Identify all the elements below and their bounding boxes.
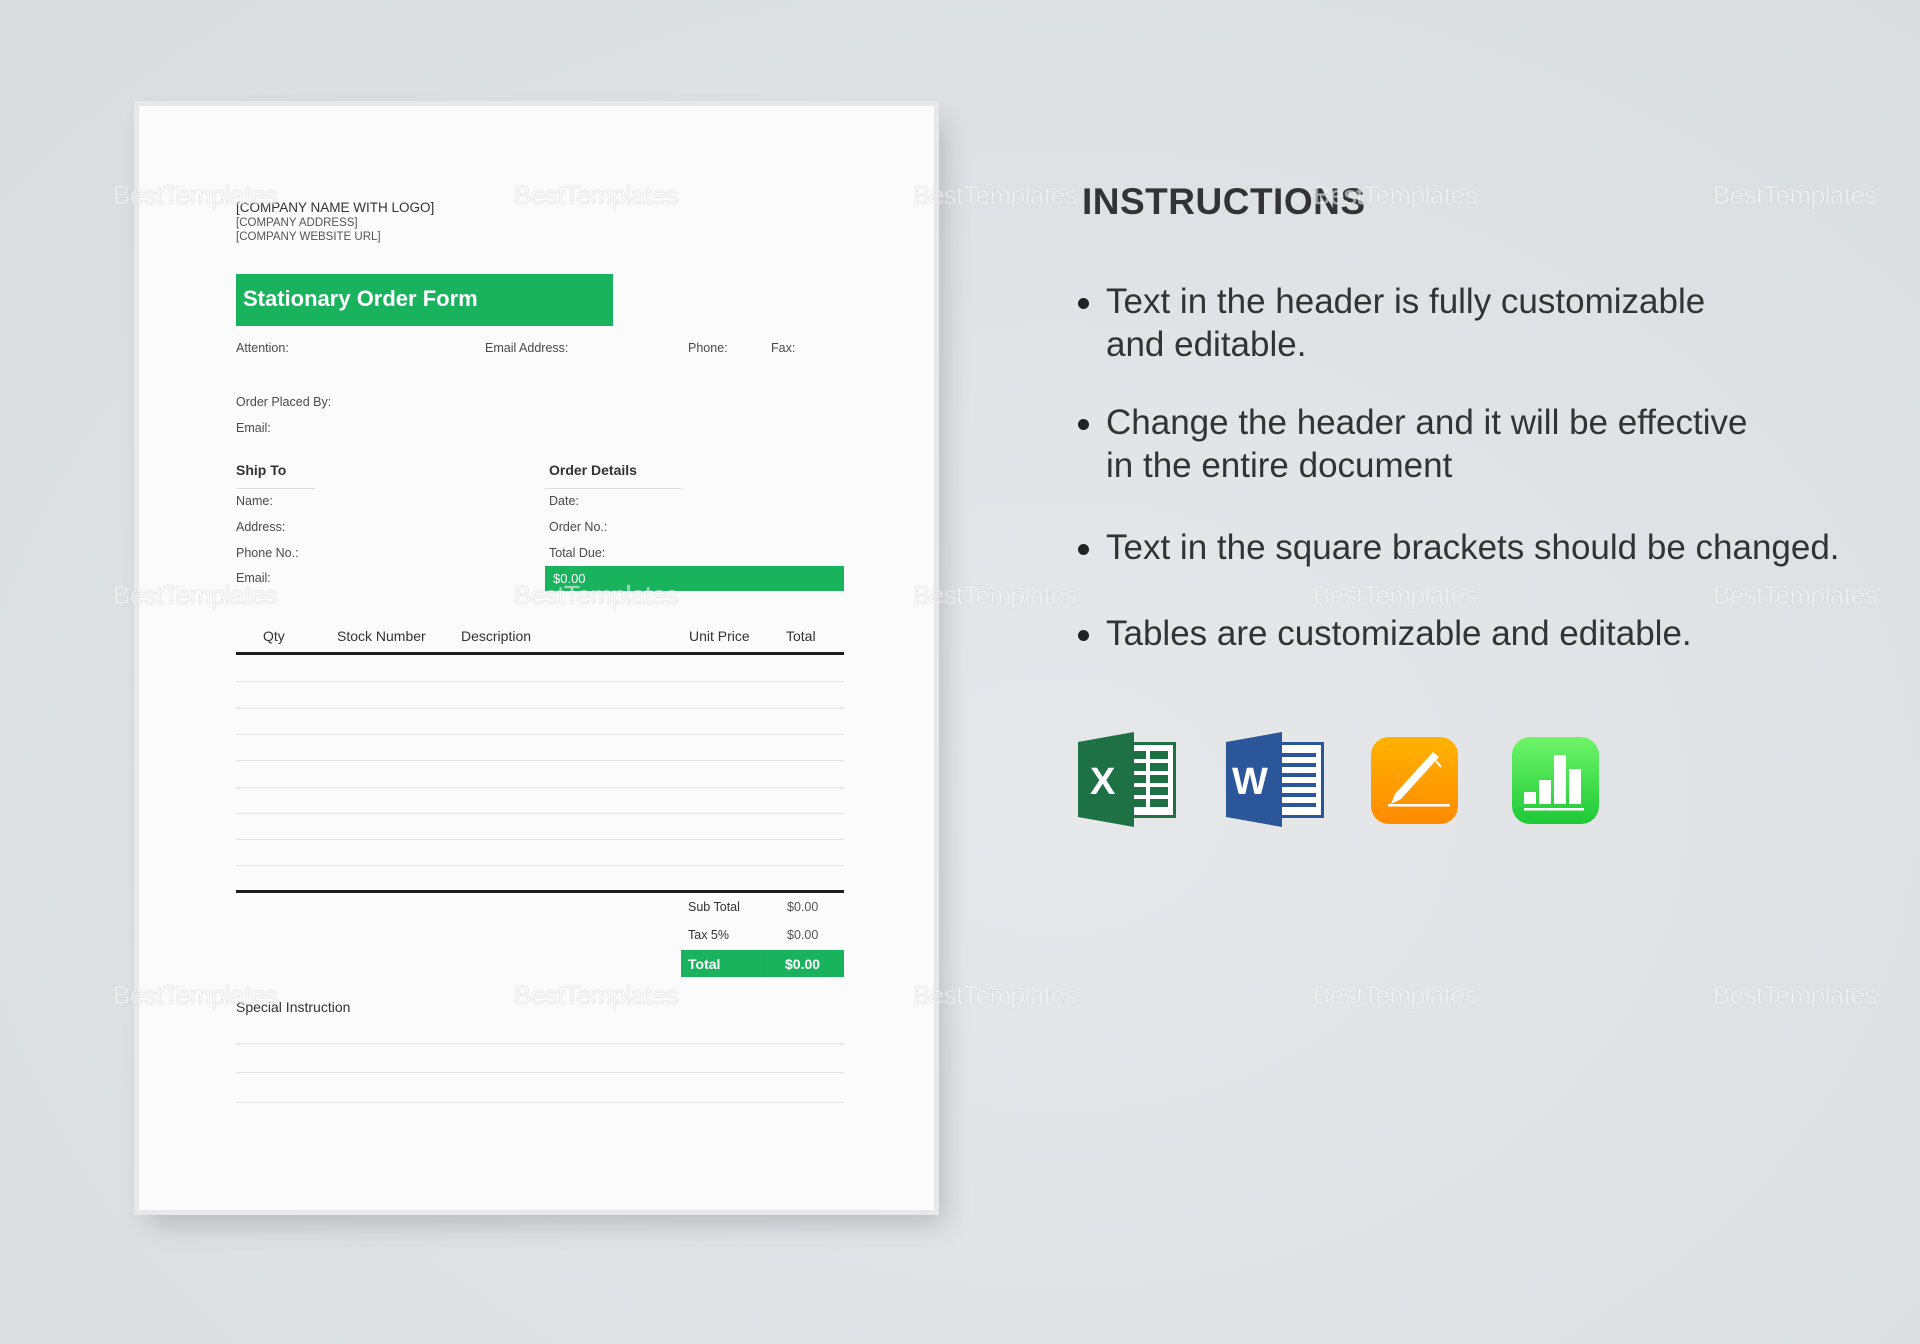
company-url: [COMPANY WEBSITE URL]: [236, 231, 381, 243]
instruction-2-line2: in the entire document: [1106, 446, 1453, 485]
ship-to-heading: Ship To: [236, 462, 287, 478]
phone-label: Phone:: [688, 341, 728, 355]
grand-total-divider: [764, 950, 765, 977]
watermark: BestTemplates: [1712, 580, 1878, 611]
numbers-icon: [1512, 737, 1599, 824]
watermark: BestTemplates: [912, 580, 1078, 611]
instruction-2-line1: Change the header and it will be effecti…: [1106, 403, 1748, 442]
total-due-label: Total Due:: [549, 546, 606, 560]
watermark: BestTemplates: [912, 180, 1078, 211]
special-instruction-label: Special Instruction: [236, 999, 351, 1015]
watermark: BestTemplates: [1712, 980, 1878, 1011]
watermark: BestTemplates: [912, 980, 1078, 1011]
watermark: BestTemplates: [1312, 580, 1478, 611]
table-row[interactable]: [236, 681, 844, 683]
special-instruction-line[interactable]: [236, 1072, 844, 1073]
word-icon: W: [1226, 732, 1324, 827]
col-qty: Qty: [263, 628, 285, 644]
bullet-dot: [1078, 630, 1089, 641]
attention-label: Attention:: [236, 341, 289, 355]
table-row[interactable]: [236, 733, 844, 735]
order-email-label: Email:: [236, 421, 271, 435]
table-header-rule: [236, 652, 844, 655]
special-instruction-line[interactable]: [236, 1043, 844, 1044]
table-row[interactable]: [236, 760, 844, 762]
table-row[interactable]: [236, 707, 844, 709]
table-row[interactable]: [236, 839, 844, 841]
instruction-3: Text in the square brackets should be ch…: [1106, 528, 1840, 567]
watermark: BestTemplates: [1712, 180, 1878, 211]
company-name: [COMPANY NAME WITH LOGO]: [236, 200, 435, 215]
col-description: Description: [461, 628, 532, 644]
ship-to-underline: [236, 488, 315, 489]
order-number-label: Order No.:: [549, 520, 608, 534]
document-page: [COMPANY NAME WITH LOGO] [COMPANY ADDRES…: [139, 106, 934, 1210]
total-due-bar: $0.00: [545, 566, 844, 591]
title-banner: Stationary Order Form: [236, 274, 613, 326]
col-unit-price: Unit Price: [689, 628, 750, 644]
excel-icon: X: [1078, 732, 1176, 827]
grand-total-value: $0.00: [785, 956, 821, 972]
col-total: Total: [786, 628, 816, 644]
instructions-heading: INSTRUCTIONS: [1082, 181, 1366, 222]
table-bottom-rule: [236, 890, 844, 893]
bullet-dot: [1078, 298, 1089, 309]
ship-to-phone: Phone No.:: [236, 546, 299, 560]
special-instruction-line[interactable]: [236, 1102, 844, 1103]
order-date-label: Date:: [549, 494, 579, 508]
email-address-label: Email Address:: [485, 341, 569, 355]
grand-total-label: Total: [688, 956, 721, 972]
form-title: Stationary Order Form: [243, 286, 478, 311]
watermark: BestTemplates: [1312, 980, 1478, 1011]
table-row[interactable]: [236, 786, 844, 788]
ship-to-email: Email:: [236, 571, 271, 585]
total-due-value: $0.00: [553, 571, 586, 586]
table-row[interactable]: [236, 865, 844, 867]
bullet-dot: [1078, 419, 1089, 430]
order-placed-by-label: Order Placed By:: [236, 395, 332, 409]
table-row[interactable]: [236, 812, 844, 814]
subtotal-value: $0.00: [787, 900, 819, 914]
order-details-underline: [545, 488, 681, 489]
word-letter: W: [1232, 761, 1268, 803]
order-details-heading: Order Details: [549, 462, 637, 478]
col-stock-number: Stock Number: [337, 628, 426, 644]
tax-value: $0.00: [787, 928, 819, 942]
instruction-1-line2: and editable.: [1106, 325, 1307, 364]
subtotal-label: Sub Total: [688, 900, 740, 914]
company-address: [COMPANY ADDRESS]: [236, 217, 358, 229]
fax-label: Fax:: [771, 341, 796, 355]
tax-label: Tax 5%: [688, 928, 729, 942]
ship-to-address: Address:: [236, 520, 286, 534]
ship-to-name: Name:: [236, 494, 273, 508]
grand-total-bar: Total $0.00: [681, 950, 844, 977]
bullet-dot: [1078, 544, 1089, 555]
pages-icon: [1371, 737, 1458, 824]
instruction-4: Tables are customizable and editable.: [1106, 614, 1692, 653]
excel-letter: X: [1090, 761, 1116, 803]
instruction-1-line1: Text in the header is fully customizable: [1106, 282, 1706, 321]
